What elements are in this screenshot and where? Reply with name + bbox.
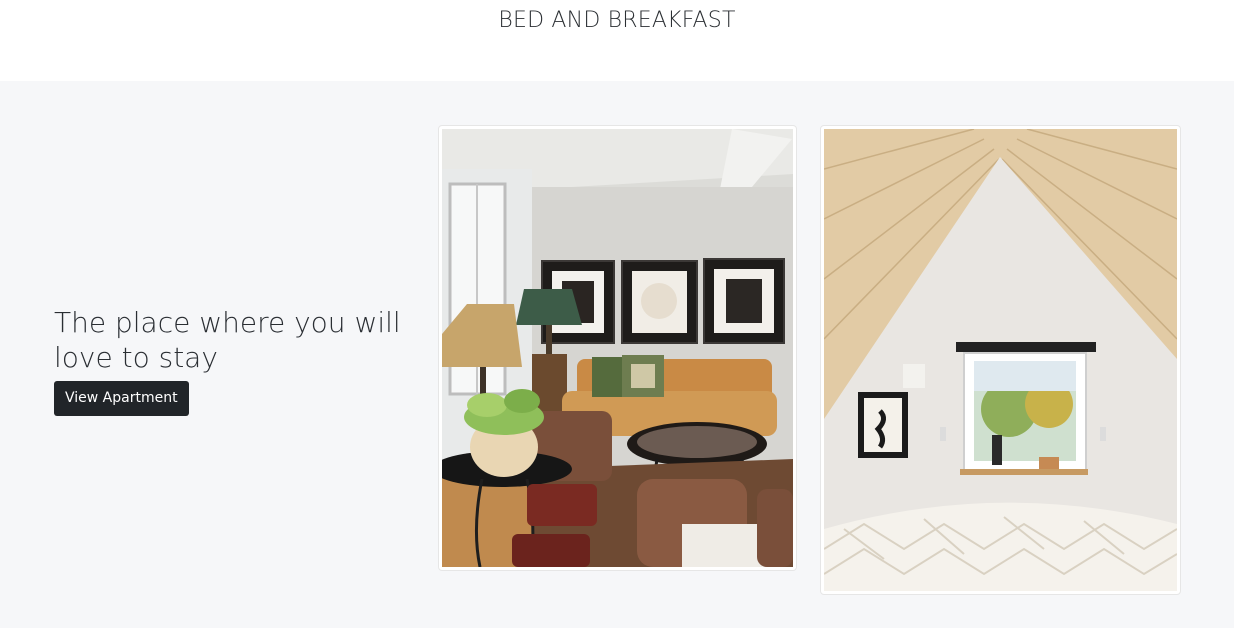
site-header: BED AND BREAKFAST [0,0,1234,81]
attic-bedroom-photo-card [820,125,1181,595]
view-apartment-button[interactable]: View Apartment [54,381,189,416]
hero-tagline: The place where you will love to stay [54,306,401,374]
site-title: BED AND BREAKFAST [498,8,736,33]
hero-section: The place where you will love to stay Vi… [0,81,1234,628]
attic-bedroom-photo [824,129,1177,591]
living-room-photo [442,129,793,567]
living-room-photo-card [438,125,797,571]
